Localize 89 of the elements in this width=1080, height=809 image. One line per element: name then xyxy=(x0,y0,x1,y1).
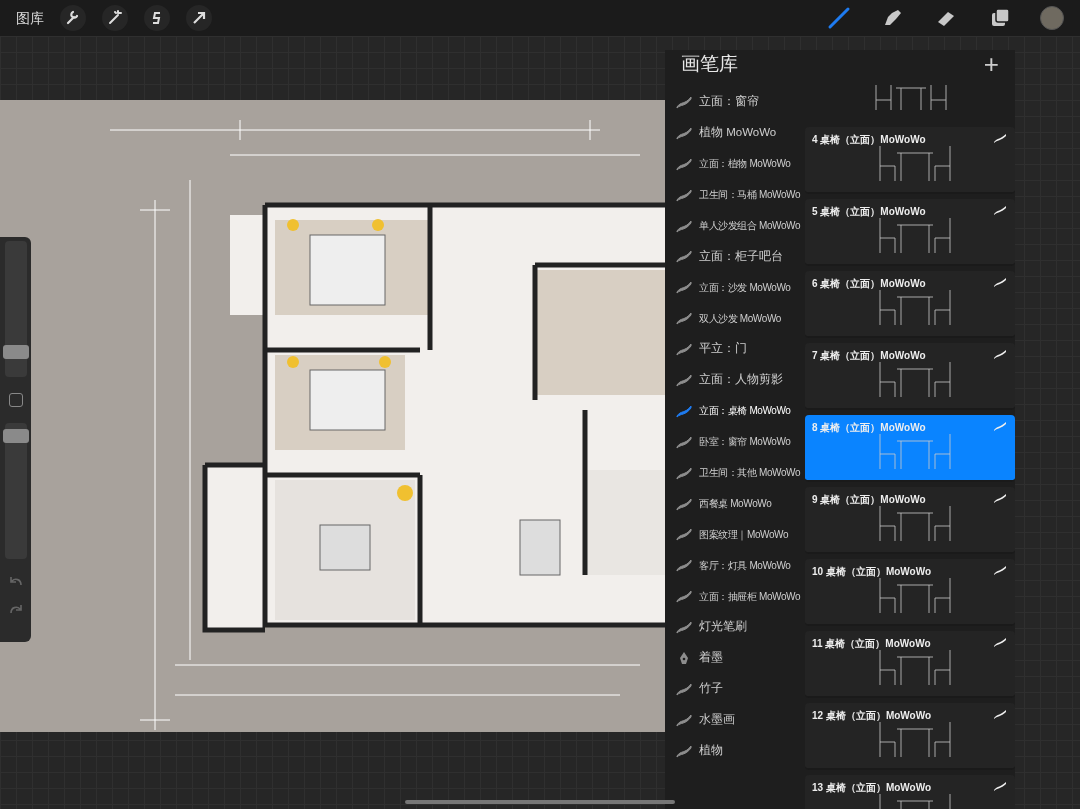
brush-category[interactable]: 单人沙发组合 MoWoWo xyxy=(665,210,805,241)
brush-item[interactable]: 9 桌椅（立面）MoWoWo xyxy=(805,486,1015,554)
redo-icon[interactable] xyxy=(8,603,23,615)
brush-category[interactable]: 立面：窗帘 xyxy=(665,86,805,118)
wrench-button[interactable] xyxy=(60,5,86,31)
opacity-slider[interactable] xyxy=(4,423,27,559)
brush-category[interactable]: 竹子 xyxy=(665,673,805,705)
brush-name: 7 桌椅（立面）MoWoWo xyxy=(812,348,926,363)
brush-name: 11 桌椅（立面）MoWoWo xyxy=(812,636,931,651)
brush-category[interactable]: 立面：抽屉柜 MoWoWo xyxy=(665,580,805,612)
gallery-link[interactable]: 图库 xyxy=(16,7,44,29)
brush-stroke-icon xyxy=(675,465,693,480)
brush-stroke-icon xyxy=(675,187,693,202)
brush-stroke-icon xyxy=(993,420,1007,431)
brush-stroke-icon xyxy=(993,708,1007,719)
brush-stroke-icon xyxy=(675,372,693,387)
brush-name: 6 桌椅（立面）MoWoWo xyxy=(812,276,926,291)
brush-stroke-icon xyxy=(993,636,1007,647)
brush-category[interactable]: 客厅：灯具 MoWoWo xyxy=(665,549,805,581)
brush-stroke-icon xyxy=(675,434,693,449)
furniture-thumbnail xyxy=(875,83,947,111)
cursor-arrow-button[interactable] xyxy=(186,5,212,31)
slider-thumb[interactable] xyxy=(2,429,29,444)
brush-stroke-icon xyxy=(675,249,693,264)
brush-category[interactable]: 立面：沙发 MoWoWo xyxy=(665,271,805,303)
color-swatch[interactable] xyxy=(1040,6,1064,30)
brush-category[interactable]: 水墨画 xyxy=(665,704,805,736)
brush-item[interactable]: 12 桌椅（立面）MoWoWo xyxy=(805,702,1015,770)
brush-name: 8 桌椅（立面）MoWoWo xyxy=(812,420,926,435)
modify-button[interactable] xyxy=(8,393,23,407)
brush-stroke-icon xyxy=(675,681,693,696)
add-button[interactable]: + xyxy=(983,51,999,78)
brush-category[interactable]: 立面：桌椅 MoWoWo xyxy=(665,395,805,427)
brush-category[interactable]: 平立：门 xyxy=(665,333,805,365)
brush-category[interactable]: 西餐桌 MoWoWo xyxy=(665,488,805,519)
brush-icon xyxy=(826,5,852,31)
brush-category[interactable]: 图案纹理｜MoWoWo xyxy=(665,518,805,550)
undo-icon[interactable] xyxy=(8,575,23,587)
brush-category[interactable]: 立面：柜子吧台 xyxy=(665,240,805,272)
brush-category[interactable]: 植物 MoWoWo xyxy=(665,117,805,149)
brush-stroke-icon xyxy=(993,564,1007,575)
brush-stroke-icon xyxy=(675,218,693,233)
brush-category[interactable]: 卧室：窗帘 MoWoWo xyxy=(665,426,805,458)
brush-stroke-icon xyxy=(675,403,693,418)
magic-wand-button[interactable] xyxy=(102,5,128,31)
brush-stroke-icon xyxy=(993,204,1007,215)
brush-stroke-icon xyxy=(675,589,693,604)
brush-category[interactable]: 卫生间：马桶 MoWoWo xyxy=(665,179,805,211)
brush-stroke-icon xyxy=(993,348,1007,359)
brush-stroke-icon xyxy=(675,712,693,727)
brush-item[interactable]: 11 桌椅（立面）MoWoWo xyxy=(805,630,1015,698)
brush-stroke-icon xyxy=(993,132,1007,143)
brush-stroke-icon xyxy=(675,620,693,635)
slider-thumb[interactable] xyxy=(2,344,29,359)
brush-name: 10 桌椅（立面）MoWoWo xyxy=(812,564,932,579)
brush-stroke-icon xyxy=(675,527,693,542)
size-slider[interactable] xyxy=(4,241,27,377)
brush-stroke-icon xyxy=(675,280,693,295)
brush-stroke-icon xyxy=(675,311,693,326)
brush-category[interactable]: 植物 xyxy=(665,735,805,767)
brush-item[interactable]: 4 桌椅（立面）MoWoWo xyxy=(805,126,1015,194)
brush-stroke-icon xyxy=(675,342,693,357)
brush-stroke-icon xyxy=(675,94,693,109)
brush-category[interactable]: 双人沙发 MoWoWo xyxy=(665,302,805,334)
brush-stroke-icon xyxy=(993,492,1007,503)
brush-item[interactable]: 6 桌椅（立面）MoWoWo xyxy=(805,270,1015,338)
brush-item[interactable]: 5 桌椅（立面）MoWoWo xyxy=(805,198,1015,266)
brush-name: 12 桌椅（立面）MoWoWo xyxy=(812,708,932,723)
brush-category[interactable]: 灯光笔刷 xyxy=(665,611,805,643)
brush-name: 5 桌椅（立面）MoWoWo xyxy=(812,204,926,219)
selection-button[interactable] xyxy=(144,5,170,31)
brush-category[interactable]: 着墨 xyxy=(665,642,805,674)
brush-item[interactable]: 7 桌椅（立面）MoWoWo xyxy=(805,342,1015,410)
brush-name: 13 桌椅（立面）MoWoWo xyxy=(812,780,932,795)
brush-name: 9 桌椅（立面）MoWoWo xyxy=(812,492,926,507)
brush-stroke-icon xyxy=(675,496,693,511)
brush-stroke-icon xyxy=(675,125,693,140)
brush-stroke-icon xyxy=(675,743,693,758)
brush-category[interactable]: 立面：植物 MoWoWo xyxy=(665,148,805,180)
brush-stroke-icon xyxy=(675,558,693,573)
brush-stroke-icon xyxy=(993,276,1007,287)
brush-item[interactable]: 10 桌椅（立面）MoWoWo xyxy=(805,558,1015,626)
brush-name: 4 桌椅（立面）MoWoWo xyxy=(812,132,926,147)
brush-item[interactable]: 13 桌椅（立面）MoWoWo xyxy=(805,774,1015,809)
panel-title: 画笔库 xyxy=(681,52,738,76)
brush-stroke-icon xyxy=(675,156,693,171)
brush-category[interactable]: 立面：人物剪影 xyxy=(665,364,805,396)
brush-category[interactable]: 卫生间：其他 MoWoWo xyxy=(665,457,805,489)
brush-stroke-icon xyxy=(993,780,1007,791)
